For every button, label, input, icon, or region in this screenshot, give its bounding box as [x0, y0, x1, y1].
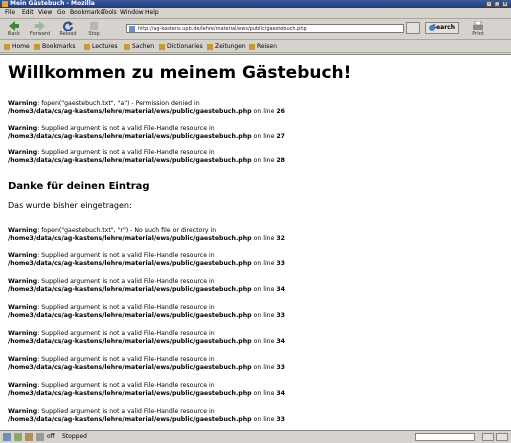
- menu-window[interactable]: Window: [120, 9, 144, 16]
- stop-button[interactable]: Stop: [82, 20, 106, 39]
- mail-icon[interactable]: [14, 433, 22, 441]
- address-book-icon[interactable]: [36, 433, 44, 441]
- menu-go[interactable]: Go: [57, 9, 65, 16]
- menu-bar: File Edit View Go Bookmarks Tools Window…: [0, 8, 511, 19]
- status-bar: off Stopped: [0, 430, 511, 443]
- menu-help[interactable]: Help: [145, 9, 159, 16]
- bookmark-zeitungen[interactable]: Zeitungen: [207, 43, 246, 51]
- warning-message: Warning: fopen("gaestebuch.txt", "r") - …: [8, 227, 285, 242]
- reload-label: Reload: [59, 31, 77, 37]
- bookmark-reisen[interactable]: Reisen: [249, 43, 277, 51]
- url-dropdown-button[interactable]: [406, 22, 420, 34]
- warning-message: Warning: Supplied argument is not a vali…: [8, 252, 285, 267]
- warning-message: Warning: Supplied argument is not a vali…: [8, 149, 285, 164]
- menu-edit[interactable]: Edit: [22, 9, 34, 16]
- bookmark-bookmarks[interactable]: Bookmarks: [34, 43, 76, 51]
- window-title: Mein Gästebuch - Mozilla: [10, 0, 95, 7]
- zoom-indicator: off: [47, 433, 55, 440]
- bookmarks-toolbar: Home Bookmarks Lectures Sachen Dictionar…: [0, 41, 511, 53]
- stop-icon: [90, 22, 98, 30]
- online-status-icon[interactable]: [496, 433, 508, 441]
- navigator-icon[interactable]: [3, 433, 11, 441]
- menu-file[interactable]: File: [5, 9, 15, 16]
- forward-arrow-icon: [35, 21, 45, 31]
- warning-message: Warning: Supplied argument is not a vali…: [8, 382, 285, 397]
- minimize-button[interactable]: -: [486, 1, 492, 7]
- reload-button[interactable]: Reload: [56, 20, 80, 39]
- bookmark-dictionaries[interactable]: Dictionaries: [159, 43, 203, 51]
- navigation-toolbar: Back Forward Reload Stop http://ag-kaste…: [0, 19, 511, 40]
- bookmark-lectures[interactable]: Lectures: [84, 43, 118, 51]
- browser-window: Mein Gästebuch - Mozilla - □ × File Edit…: [0, 0, 511, 443]
- menu-tools[interactable]: Tools: [102, 9, 117, 16]
- search-button[interactable]: Search: [425, 22, 459, 34]
- back-label: Back: [7, 31, 21, 37]
- url-text: http://ag-kastens.upb.de/lehre/material/…: [138, 26, 307, 32]
- forward-label: Forward: [29, 31, 51, 37]
- warning-message: Warning: Supplied argument is not a vali…: [8, 125, 285, 140]
- warning-message: Warning: fopen("gaestebuch.txt", "a") - …: [8, 100, 285, 115]
- warning-message: Warning: Supplied argument is not a vali…: [8, 304, 285, 319]
- reload-icon: [63, 21, 73, 31]
- url-bar[interactable]: http://ag-kastens.upb.de/lehre/material/…: [126, 24, 404, 33]
- print-button[interactable]: Print: [468, 20, 488, 39]
- close-button[interactable]: ×: [502, 1, 508, 7]
- mozilla-icon: [2, 1, 8, 7]
- forward-button[interactable]: Forward: [28, 20, 52, 39]
- warning-message: Warning: Supplied argument is not a vali…: [8, 408, 285, 423]
- security-lock-icon[interactable]: [482, 433, 494, 441]
- page-content: Willkommen zu meinem Gästebuch! Warning:…: [0, 54, 511, 430]
- entries-intro: Das wurde bisher eingetragen:: [8, 201, 132, 210]
- title-bar: Mein Gästebuch - Mozilla - □ ×: [0, 0, 511, 8]
- bookmark-sachen[interactable]: Sachen: [124, 43, 154, 51]
- printer-icon: [473, 21, 483, 30]
- menu-view[interactable]: View: [38, 9, 52, 16]
- thanks-heading: Danke für deinen Eintrag: [8, 181, 150, 192]
- print-label: Print: [472, 31, 484, 37]
- page-icon: [129, 26, 135, 32]
- warning-message: Warning: Supplied argument is not a vali…: [8, 330, 285, 345]
- warning-message: Warning: Supplied argument is not a vali…: [8, 278, 285, 293]
- back-button[interactable]: Back: [2, 20, 26, 39]
- back-arrow-icon: [9, 21, 19, 31]
- stop-label: Stop: [88, 31, 100, 37]
- page-heading: Willkommen zu meinem Gästebuch!: [8, 63, 352, 83]
- menu-bookmarks[interactable]: Bookmarks: [70, 9, 104, 16]
- status-text: Stopped: [62, 433, 87, 440]
- progress-bar: [415, 433, 475, 441]
- maximize-button[interactable]: □: [494, 1, 500, 7]
- composer-icon[interactable]: [25, 433, 33, 441]
- warning-message: Warning: Supplied argument is not a vali…: [8, 356, 285, 371]
- bookmark-home[interactable]: Home: [4, 43, 30, 51]
